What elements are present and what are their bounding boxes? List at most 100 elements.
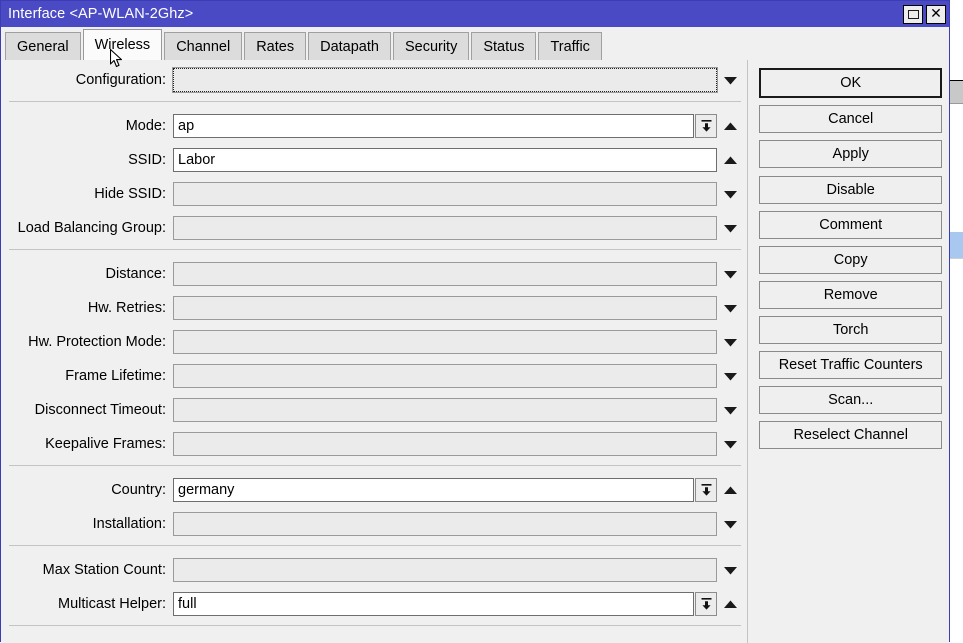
input-mode[interactable]: ap [173, 114, 695, 138]
dropdown-button-multicast-helper[interactable] [695, 592, 718, 616]
input-installation[interactable] [173, 512, 718, 536]
reset-traffic-counters-button[interactable]: Reset Traffic Counters [759, 351, 942, 379]
form-row-installation: Installation: [1, 511, 747, 537]
button-label: Reselect Channel [793, 427, 908, 443]
expand-toggle-frame-lifetime[interactable] [717, 364, 743, 388]
input-multicast-helper[interactable]: full [173, 592, 695, 616]
window-title: Interface <AP-WLAN-2Ghz> [8, 6, 194, 22]
expand-toggle-max-station-count[interactable] [717, 558, 743, 582]
form-row-frame-lifetime: Frame Lifetime: [1, 363, 747, 389]
label-hw-protection-mode: Hw. Protection Mode: [28, 334, 166, 350]
button-label: Scan... [828, 392, 874, 408]
expand-toggle-installation[interactable] [717, 512, 743, 536]
expand-toggle-disconnect-timeout[interactable] [717, 398, 743, 422]
label-country: Country: [111, 482, 166, 498]
dialog-body: Configuration: Mode: ap SSID: Labor Hide SSID… [1, 60, 949, 643]
button-label: Reset Traffic Counters [778, 357, 923, 373]
field-wrapper [173, 558, 743, 582]
input-hw-retries[interactable] [173, 296, 718, 320]
field-wrapper [173, 364, 743, 388]
triangle-down-icon [723, 223, 738, 234]
form-row-configuration: Configuration: [1, 67, 747, 93]
form-row-load-balancing-group: Load Balancing Group: [1, 215, 747, 241]
input-configuration[interactable] [171, 67, 719, 93]
label-disconnect-timeout: Disconnect Timeout: [34, 402, 166, 418]
input-hw-protection-mode[interactable] [173, 330, 718, 354]
tab-wireless[interactable]: Wireless [82, 29, 163, 60]
expand-toggle-distance[interactable] [717, 262, 743, 286]
restore-icon [907, 9, 919, 19]
input-ssid[interactable]: Labor [173, 148, 718, 172]
tab-status[interactable]: Status [471, 32, 537, 60]
field-wrapper [173, 296, 743, 320]
expand-toggle-hw-protection-mode[interactable] [717, 330, 743, 354]
expand-toggle-mode[interactable] [717, 114, 743, 138]
input-load-balancing-group[interactable] [173, 216, 718, 240]
expand-toggle-configuration[interactable] [717, 68, 743, 92]
disable-button[interactable]: Disable [759, 176, 942, 204]
triangle-down-icon [723, 337, 738, 348]
button-label: OK [840, 75, 862, 91]
expand-toggle-multicast-helper[interactable] [717, 592, 743, 616]
form-row-country: Country: germany [1, 477, 747, 503]
button-label: Remove [823, 287, 878, 303]
button-label: Comment [819, 217, 883, 233]
expand-toggle-ssid[interactable] [717, 148, 743, 172]
tab-security[interactable]: Security [392, 32, 470, 60]
scan-button[interactable]: Scan... [759, 386, 942, 414]
input-max-station-count[interactable] [173, 558, 718, 582]
input-frame-lifetime[interactable] [173, 364, 718, 388]
field-wrapper: full [173, 592, 743, 616]
torch-button[interactable]: Torch [759, 316, 942, 344]
triangle-up-icon [723, 155, 738, 166]
expand-toggle-country[interactable] [717, 478, 743, 502]
cancel-button[interactable]: Cancel [759, 105, 942, 133]
tab-channel[interactable]: Channel [164, 32, 243, 60]
label-multicast-helper: Multicast Helper: [58, 596, 166, 612]
tab-label: General [17, 38, 69, 55]
reselect-channel-button[interactable]: Reselect Channel [759, 421, 942, 449]
tab-label: Channel [176, 38, 231, 55]
interface-dialog: Interface <AP-WLAN-2Ghz> ✕ General Wirele… [0, 0, 950, 643]
input-disconnect-timeout[interactable] [173, 398, 718, 422]
form-row-max-station-count: Max Station Count: [1, 557, 747, 583]
field-wrapper [173, 330, 743, 354]
titlebar[interactable]: Interface <AP-WLAN-2Ghz> ✕ [1, 1, 949, 27]
dropdown-button-country[interactable] [695, 478, 718, 502]
tab-traffic[interactable]: Traffic [538, 32, 602, 60]
input-country[interactable]: germany [173, 478, 695, 502]
expand-toggle-hide-ssid[interactable] [717, 182, 743, 206]
group-separator [9, 545, 742, 546]
field-wrapper [173, 216, 743, 240]
dropdown-arrow-icon [700, 597, 713, 611]
button-label: Apply [832, 146, 869, 162]
input-distance[interactable] [173, 262, 718, 286]
expand-toggle-load-balancing-group[interactable] [717, 216, 743, 240]
comment-button[interactable]: Comment [759, 211, 942, 239]
background-window[interactable] [948, 0, 963, 642]
bg-window-row-selected[interactable] [949, 232, 963, 258]
copy-button[interactable]: Copy [759, 246, 942, 274]
apply-button[interactable]: Apply [759, 140, 942, 168]
tab-rates[interactable]: Rates [244, 32, 307, 60]
expand-toggle-hw-retries[interactable] [717, 296, 743, 320]
triangle-down-icon [723, 303, 738, 314]
ok-button[interactable]: OK [759, 68, 942, 98]
restore-button[interactable] [903, 4, 923, 24]
tab-datapath[interactable]: Datapath [308, 32, 391, 60]
input-hide-ssid[interactable] [173, 182, 718, 206]
close-button[interactable]: ✕ [926, 4, 946, 24]
expand-toggle-keepalive-frames[interactable] [717, 432, 743, 456]
input-keepalive-frames[interactable] [173, 432, 718, 456]
field-wrapper [171, 67, 743, 93]
button-label: Copy [833, 252, 868, 268]
form-row-mode: Mode: ap [1, 113, 747, 139]
triangle-down-icon [723, 519, 738, 530]
tab-general[interactable]: General [5, 32, 81, 60]
label-distance: Distance: [105, 266, 166, 282]
close-icon: ✕ [930, 6, 942, 22]
tab-bar: General Wireless Channel Rates Datapath Secur… [1, 27, 949, 60]
dropdown-button-mode[interactable] [695, 114, 718, 138]
remove-button[interactable]: Remove [759, 281, 942, 309]
triangle-down-icon [723, 371, 738, 382]
